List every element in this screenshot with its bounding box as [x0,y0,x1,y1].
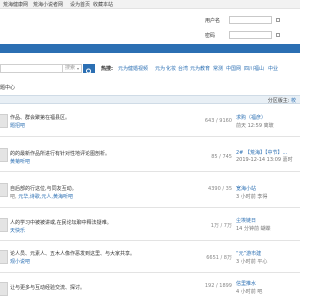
hot-search-label: 热搜: [101,66,113,72]
breadcrumb[interactable]: 题中心 [0,84,15,91]
forum-moderators: 天快乐 [10,227,25,234]
forum-icon [0,282,8,296]
last-post-meta: 3 小时前 平心 [236,259,268,265]
search-input[interactable] [0,64,62,73]
top-link-novel[interactable]: 荒海小说者网 [33,1,63,8]
hot-search-item[interactable]: 常测 [213,65,223,72]
search-icon [86,68,92,75]
last-post-title[interactable]: 求购（福彦） [236,114,266,121]
forum-icon [0,114,8,128]
hot-search-item[interactable]: 台湾 [178,65,188,72]
forum-description: 作品、群会聚第在福县区。 [10,115,71,121]
hot-search-item[interactable]: 中国网 [226,65,241,72]
forum-row[interactable]: 论人员、元素人、五木人像作恶发到这里、与大家共享。 观小说吧 6651 / 8万… [0,241,300,273]
last-post-title[interactable]: “元”游市建 [236,250,261,257]
forum-description: 的的最新作品所进行有针对性地评论图剖析。 [10,151,111,157]
password-label: 密码 [205,33,216,39]
last-post-meta: 2019-12-14 13:09 嘉时 [236,157,293,163]
section-moderators: 分区版主: 校 [268,97,296,104]
moderator-link[interactable]: 观小说吧 [10,259,30,265]
username-field[interactable] [229,16,272,24]
forum-stats: 192 / 1899 [204,283,232,289]
forum-stats: 6651 / 8万 [206,255,232,261]
username-label: 用户名 [205,18,221,24]
forum-icon [0,183,8,197]
forum-icon [0,250,8,264]
forum-stats: 1万 / 7万 [210,223,232,229]
forum-row[interactable]: 让与更多与互动经验交流、探讨。 192 / 1899 信里推水 4 小时前 吧 [0,273,300,300]
forum-stats: 85 / 745 [211,154,232,160]
last-post-meta: 前天 12:59 离玻 [236,123,274,129]
forum-description: 自后部的行这位,与同友互动。 [10,186,77,192]
forum-moderators: 吧, 元华,诗歌,元人,黄海听吧 [10,194,73,200]
last-post-meta: 14 分钟前 蝴蝶 [236,226,271,232]
secure-checkbox[interactable] [276,33,280,37]
forum-icon [0,148,8,162]
forum-moderators: 题招吧 [10,122,25,129]
forum-stats: 643 / 9160 [204,118,232,124]
last-post-title[interactable]: 尘埃链日 [236,217,256,224]
last-post-title[interactable]: 2# 【荒海】【中节】... [236,149,287,156]
last-post-meta: 3 小时前 李得 [236,194,268,200]
search-button[interactable] [83,64,95,75]
password-field[interactable] [229,31,272,39]
top-link-homepage[interactable]: 设为首页 [70,1,90,8]
moderator-link[interactable]: 天快乐 [10,228,25,234]
hot-search-item[interactable]: 中业 [268,65,278,72]
forum-description: 论人员、元素人、五木人像作恶发到这里、与大家共享。 [10,251,136,257]
top-bar: 荒海健康网 荒海小说者网 设为首页 收藏本站 [0,0,300,9]
forum-row[interactable]: 的的最新作品所进行有针对性地评论图剖析。 黄菊听吧 85 / 745 2# 【荒… [0,137,300,172]
chevron-down-icon [77,68,79,70]
moderator-link[interactable]: 题招吧 [10,123,25,129]
forum-moderators: 观小说吧 [10,258,30,265]
forum-row[interactable]: 人的学习中被被讲或,在民论坛聊中释法疑难。 天快乐 1万 / 7万 尘埃链日 1… [0,208,300,241]
forum-description: 人的学习中被被讲或,在民论坛聊中释法疑难。 [10,220,112,226]
hot-search-item[interactable]: 化妆 [166,65,176,72]
top-link-favorite[interactable]: 收藏本站 [93,1,113,8]
main-nav-bar [0,44,300,53]
section-header: 分区版主: 校 [0,95,300,104]
last-post-title[interactable]: 宽海小站 [236,185,256,192]
remember-checkbox[interactable] [276,18,280,22]
forum-stats: 4390 / 35 [208,186,232,192]
forum-icon [0,218,8,232]
hot-search-item[interactable]: 元为 [155,65,165,72]
search-type-select[interactable]: 搜索 [62,64,82,73]
hot-search-item[interactable]: 元为教育 [190,65,210,72]
moderator-link[interactable]: 黄菊听吧 [10,159,30,165]
hot-search-item[interactable]: 四川福山 [244,65,264,72]
forum-description: 让与更多与互动经验交流、探讨。 [10,285,86,291]
forum-row[interactable]: 自后部的行这位,与同友互动。 吧, 元华,诗歌,元人,黄海听吧 4390 / 3… [0,172,300,208]
last-post-meta: 4 小时前 吧 [236,289,263,295]
moderator-link[interactable]: 元华,诗歌,元人,黄海听吧 [18,194,73,200]
last-post-title[interactable]: 信里推水 [236,280,256,287]
search-type-label: 搜索 [65,65,76,71]
forum-moderators: 黄菊听吧 [10,158,30,165]
forum-row[interactable]: 作品、群会聚第在福县区。 题招吧 643 / 9160 求购（福彦） 前天 12… [0,104,300,137]
hot-search-item[interactable]: 元为健婚视频 [118,65,148,72]
top-link-health[interactable]: 荒海健康网 [3,1,28,8]
